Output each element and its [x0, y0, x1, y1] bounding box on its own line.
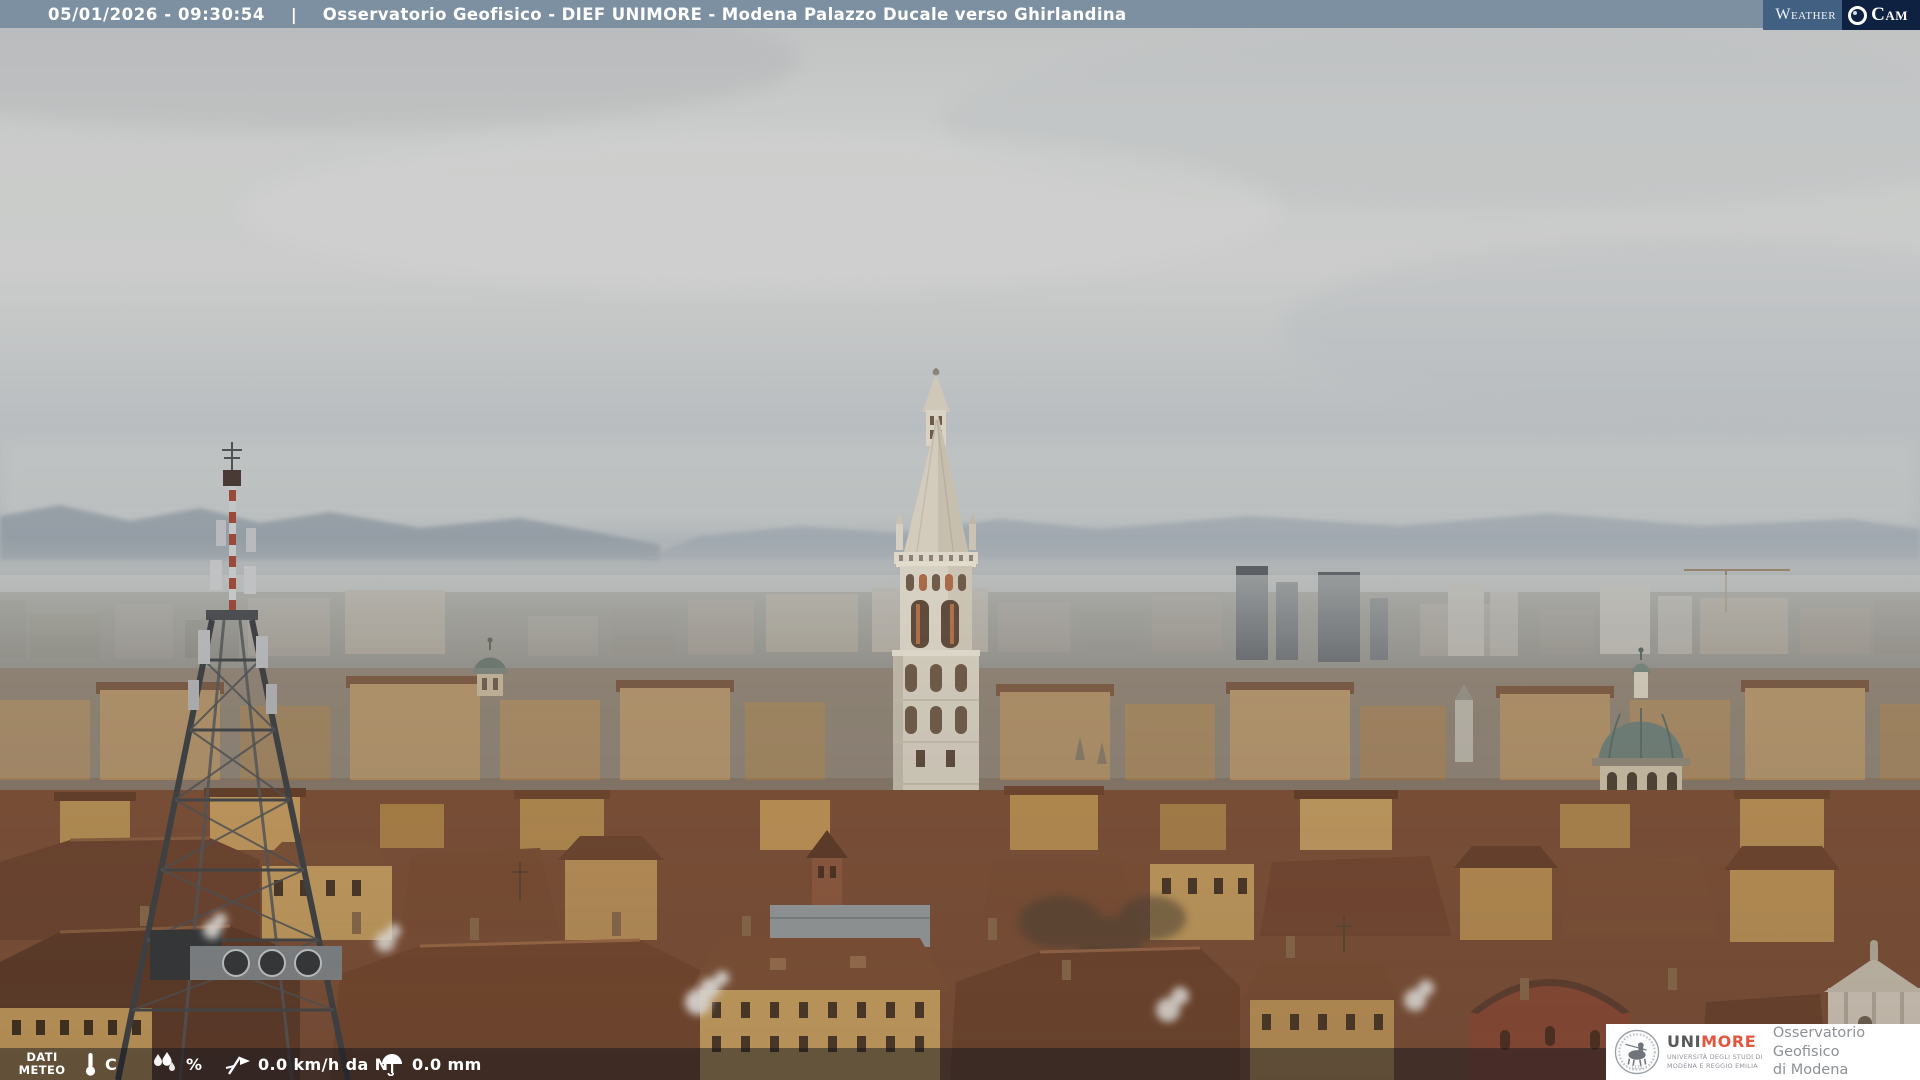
camera-lens-icon — [1848, 5, 1868, 25]
timestamp: 05/01/2026 - 09:30:54 — [48, 4, 265, 24]
color-grade — [0, 0, 1920, 1080]
city-panorama-photo — [0, 0, 1920, 1080]
unimore-crest-logo: 1175 — [1614, 1029, 1660, 1075]
umbrella-icon — [380, 1052, 404, 1076]
humidity-value: % — [186, 1054, 203, 1074]
weathercam-word-cam: Cam — [1842, 0, 1920, 30]
thermometer-icon — [84, 1051, 97, 1077]
temperature-readout: C — [84, 1048, 117, 1080]
title-bar: 05/01/2026 - 09:30:54 | Osservatorio Geo… — [0, 0, 1920, 28]
humidity-readout: % — [150, 1048, 202, 1080]
university-subtext-line1: UNIVERSITÀ DEGLI STUDI DI — [1667, 1052, 1763, 1061]
humidity-drops-icon — [150, 1052, 178, 1076]
crest-year: 1175 — [1631, 1065, 1642, 1071]
wind-readout: 0.0 km/h da N — [224, 1048, 388, 1080]
rain-readout: 0.0 mm — [380, 1048, 482, 1080]
weathercam-logo[interactable]: Weather Cam — [1763, 0, 1920, 30]
wind-value: 0.0 km/h da N — [258, 1054, 389, 1074]
weathercam-word-weather: Weather — [1763, 0, 1843, 30]
webcam-frame: 05/01/2026 - 09:30:54 | Osservatorio Geo… — [0, 0, 1920, 1080]
panorama-svg — [0, 0, 1920, 1080]
wind-vane-icon — [224, 1052, 250, 1076]
unimore-brand-box[interactable]: 1175 UNIMORE UNIVERSITÀ DEGLI STUDI DI M… — [1606, 1024, 1920, 1080]
observatory-name: Osservatorio Geofisico di Modena — [1772, 1024, 1866, 1079]
rain-value: 0.0 mm — [412, 1054, 482, 1074]
university-subtext-line2: MODENA E REGGIO EMILIA — [1667, 1061, 1758, 1070]
camera-title: Osservatorio Geofisico - DIEF UNIMORE - … — [322, 4, 1127, 24]
temperature-value: C — [105, 1054, 118, 1074]
unimore-wordmark: UNIMORE UNIVERSITÀ DEGLI STUDI DI MODENA… — [1667, 1031, 1763, 1070]
title-separator: | — [290, 4, 297, 24]
meteo-label: DATI METEO — [18, 1050, 66, 1078]
